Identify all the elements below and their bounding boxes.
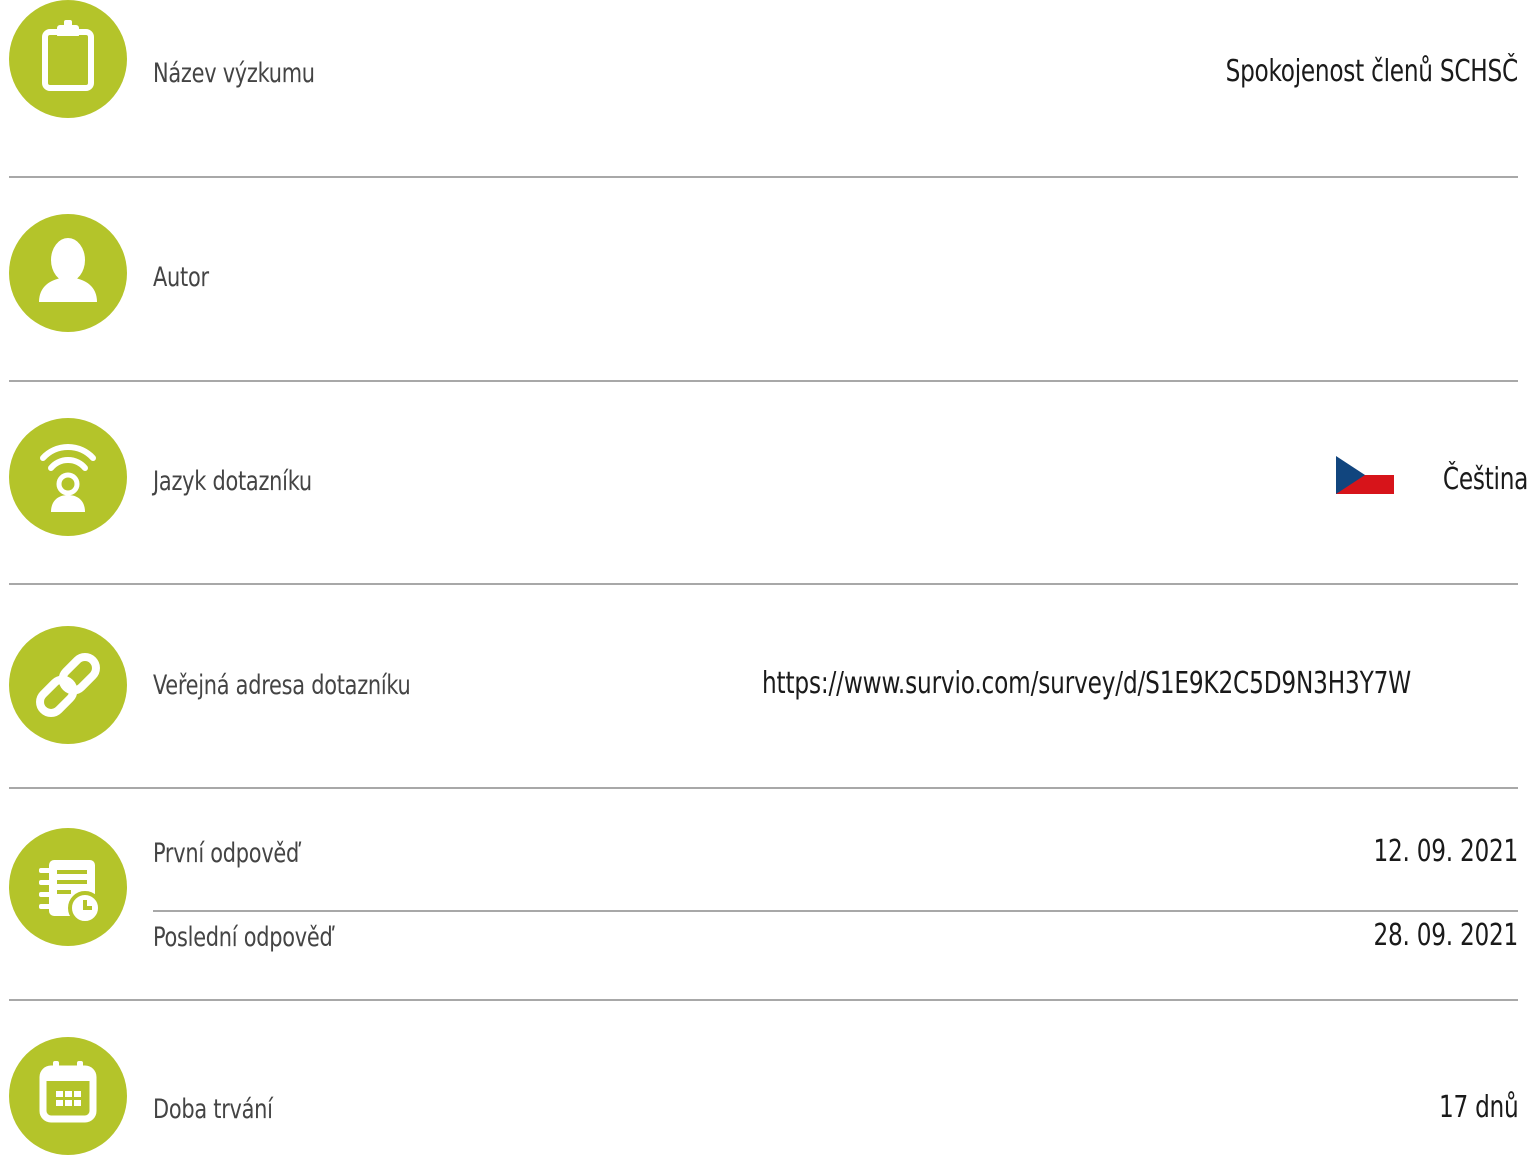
- last-response-label: Poslední odpověď: [153, 922, 333, 953]
- calendar-icon: [9, 1037, 127, 1155]
- last-response-value: 28. 09. 2021: [1373, 918, 1518, 953]
- divider: [9, 380, 1518, 382]
- public-url-label: Veřejná adresa dotazníku: [153, 670, 411, 701]
- survey-name-value: Spokojenost členů SCHSČ: [1225, 54, 1519, 89]
- divider: [9, 583, 1518, 585]
- language-label: Jazyk dotazníku: [153, 466, 312, 497]
- language-value: Čeština: [1442, 462, 1529, 497]
- duration-value: 17 dnů: [1438, 1090, 1518, 1125]
- first-response-value: 12. 09. 2021: [1373, 834, 1518, 869]
- divider: [9, 787, 1518, 789]
- clipboard-icon: [9, 0, 127, 118]
- divider: [9, 176, 1518, 178]
- schedule-document-icon: [9, 828, 127, 946]
- author-label: Autor: [153, 262, 209, 293]
- broadcast-person-icon: [9, 418, 127, 536]
- public-url-value[interactable]: https://www.survio.com/survey/d/S1E9K2C5…: [762, 666, 1411, 701]
- survey-name-label: Název výzkumu: [153, 58, 315, 89]
- czech-flag-icon: [1336, 456, 1394, 494]
- divider: [9, 999, 1518, 1001]
- first-response-label: První odpověď: [153, 838, 300, 869]
- link-icon: [9, 626, 127, 744]
- person-icon: [9, 214, 127, 332]
- divider: [153, 910, 1518, 912]
- duration-label: Doba trvání: [153, 1094, 273, 1125]
